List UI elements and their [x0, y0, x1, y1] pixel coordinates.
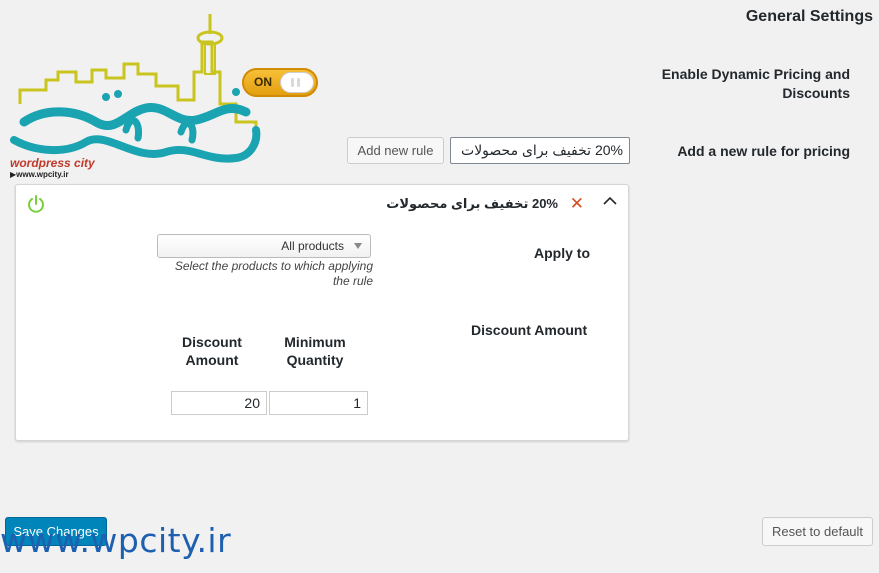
add-rule-label: Add a new rule for pricing: [677, 143, 850, 159]
minimum-quantity-input[interactable]: 1: [269, 391, 368, 415]
enable-dynamic-pricing-label: Enable Dynamic Pricing and Discounts: [661, 66, 850, 101]
column-header-discount-amount: Discount Amount: [182, 334, 242, 368]
apply-to-selected-value: All products: [281, 239, 344, 253]
logo-brand-text: wordpress city: [10, 156, 95, 170]
add-new-rule-button[interactable]: Add new rule: [347, 137, 444, 164]
apply-to-label: Apply to: [534, 245, 590, 261]
rule-title: 20% تخفیف برای محصولات: [386, 196, 558, 211]
discount-amount-label: Discount Amount: [471, 322, 588, 338]
rule-name-input[interactable]: 20% تخفیف برای محصولات: [450, 137, 630, 164]
toggle-knob: [280, 72, 314, 93]
column-header-minimum-quantity: Minimum Quantity: [284, 334, 346, 368]
page-title: General Settings: [745, 8, 873, 25]
logo-url-text: ▶www.wpcity.ir: [10, 170, 69, 179]
apply-to-hint: Select the products to which applying th…: [174, 259, 373, 288]
toggle-state-text: ON: [254, 75, 272, 89]
apply-to-select[interactable]: All products: [157, 234, 371, 258]
rule-panel: 20% تخفیف برای محصولات ✕ Apply to All pr…: [15, 184, 629, 441]
discount-amount-input[interactable]: 20: [171, 391, 267, 415]
power-icon[interactable]: [26, 194, 46, 214]
chevron-up-icon[interactable]: [602, 193, 618, 209]
watermark-url: www.wpcity.ir: [0, 521, 232, 560]
enable-dynamic-pricing-toggle[interactable]: ON: [242, 68, 318, 97]
delete-rule-icon[interactable]: ✕: [570, 194, 584, 214]
reset-to-default-button[interactable]: Reset to default: [762, 517, 873, 546]
dropdown-arrow-icon: [354, 243, 362, 249]
